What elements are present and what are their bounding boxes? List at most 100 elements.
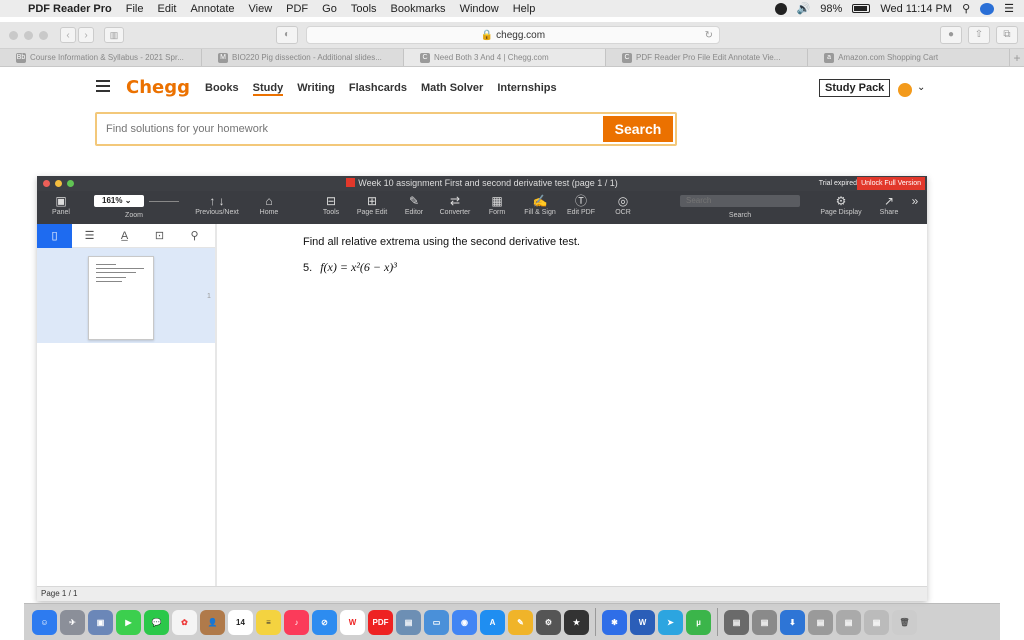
new-tab-button[interactable]: + [1010,49,1024,66]
tab-course-info[interactable]: Bb Course Information & Syllabus - 2021 … [0,49,203,66]
extension-icon[interactable]: ● [940,26,962,44]
editor-button[interactable]: ✎ Editor [399,194,429,216]
thumbnails-tab-icon[interactable]: ▯ [37,223,72,248]
app-menu[interactable]: PDF Reader Pro [28,3,112,15]
bluetooth-icon[interactable]: ✱ [602,609,627,635]
fill-sign-button[interactable]: ✍ Fill & Sign [518,194,562,216]
converter-button[interactable]: ⇄ Converter [434,194,476,216]
menu-view[interactable]: View [249,3,273,15]
previous-next-button[interactable]: ↑ ↓ Previous/Next [189,194,245,216]
imovie-icon[interactable]: ★ [564,609,589,635]
clock[interactable]: Wed 11:14 PM [880,3,952,15]
tab-amazon[interactable]: a Amazon.com Shopping Cart [808,49,1011,66]
wps-icon[interactable]: W [340,609,365,635]
study-pack-button[interactable]: Study Pack [819,79,891,97]
notes-icon[interactable]: ≡ [256,609,281,635]
calendar-icon[interactable]: 14 [228,609,253,635]
close-window-button[interactable] [9,31,18,40]
nav-internships[interactable]: Internships [497,82,556,96]
menu-pdf[interactable]: PDF [286,3,308,15]
tab-bio220[interactable]: M BIO220 Pig dissection - Additional sli… [202,49,405,66]
forward-button[interactable]: › [78,27,94,43]
menu-file[interactable]: File [126,3,144,15]
notification-center-icon[interactable]: ☰ [1004,2,1014,15]
trash-icon[interactable]: 🗑 [892,609,917,635]
tray-app-icon[interactable] [774,2,787,15]
home-button[interactable]: ⌂ Home [255,194,283,216]
facetime-icon[interactable]: ▶ [116,609,141,635]
tab-chegg-question[interactable]: C Need Both 3 And 4 | Chegg.com [404,49,607,66]
zoom-select[interactable]: 161% ⌄ [94,195,144,207]
search-input[interactable] [100,116,600,142]
messages-icon[interactable]: 💬 [144,609,169,635]
nav-writing[interactable]: Writing [297,82,335,96]
recent-document-icon[interactable]: ▤ [836,609,861,635]
avatar[interactable] [898,83,912,97]
sidebar-divider[interactable] [215,224,217,586]
snapshot-tab-icon[interactable]: ⊡ [142,229,177,242]
panel-button[interactable]: ▣ Panel [47,194,75,216]
contacts-icon[interactable]: 👤 [200,609,225,635]
music-icon[interactable]: ♪ [284,609,309,635]
search-button[interactable]: Search [603,116,673,142]
tab-pdf-reader[interactable]: C PDF Reader Pro File Edit Annotate Vie.… [606,49,809,66]
nav-math-solver[interactable]: Math Solver [421,82,483,96]
launchpad-icon[interactable]: ✈ [60,609,85,635]
menu-bookmarks[interactable]: Bookmarks [391,3,446,15]
spotlight-icon[interactable]: ⚲ [962,2,970,15]
share-icon[interactable]: ⇧ [968,26,990,44]
siri-icon[interactable] [980,2,995,15]
hamburger-menu-icon[interactable] [96,80,110,95]
preview-icon[interactable]: ▣ [88,609,113,635]
toolbar-search-input[interactable] [680,195,800,207]
recent-document-icon[interactable]: ▤ [724,609,749,635]
nav-study[interactable]: Study [252,82,284,96]
downloads-folder-icon[interactable]: ⬇ [780,609,805,635]
back-button[interactable]: ‹ [60,27,76,43]
address-bar[interactable]: 🔒 chegg.com ↻ [306,26,720,44]
close-window-button[interactable] [43,180,50,187]
telegram-icon[interactable]: ➤ [658,609,683,635]
volume-icon[interactable]: 🔊 [797,2,811,15]
menu-window[interactable]: Window [460,3,499,15]
battery-icon[interactable] [852,4,871,13]
app-store-icon[interactable]: A [480,609,505,635]
ocr-button[interactable]: ◎ OCR [609,194,637,216]
page-thumbnail[interactable] [88,256,154,340]
utorrent-icon[interactable]: µ [686,609,711,635]
tab-overview-icon[interactable]: ⧉ [996,26,1018,44]
pdf-reader-icon[interactable]: PDF [368,609,393,635]
chegg-logo[interactable]: Chegg [126,77,190,98]
zoom-window-button[interactable] [39,31,48,40]
menu-help[interactable]: Help [513,3,536,15]
more-tools-button[interactable]: » [907,194,923,209]
edit-pdf-button[interactable]: Ⓣ Edit PDF [563,194,599,216]
page-edit-button[interactable]: ⊞ Page Edit [352,194,392,216]
menu-tools[interactable]: Tools [351,3,377,15]
preview-app-icon[interactable]: ▤ [396,609,421,635]
sidebar-toggle-icon[interactable]: ▥ [104,27,124,43]
keynote-icon[interactable]: ▭ [424,609,449,635]
unlock-full-version-button[interactable]: Unlock Full Version [857,177,925,190]
menu-edit[interactable]: Edit [157,3,176,15]
photos-icon[interactable]: ✿ [172,609,197,635]
chevron-down-icon[interactable]: ⌄ [917,82,925,93]
word-icon[interactable]: W [630,609,655,635]
privacy-shield-icon[interactable]: ◐ [276,26,298,44]
zoom-window-button[interactable] [67,180,74,187]
menu-annotate[interactable]: Annotate [190,3,234,15]
finder-icon[interactable]: ☺ [32,609,57,635]
tools-button[interactable]: ⊟ Tools [317,194,345,216]
nav-books[interactable]: Books [205,82,239,96]
minimize-window-button[interactable] [24,31,33,40]
pages-icon[interactable]: ✎ [508,609,533,635]
minimize-window-button[interactable] [55,180,62,187]
menu-go[interactable]: Go [322,3,337,15]
nav-flashcards[interactable]: Flashcards [349,82,407,96]
outline-tab-icon[interactable]: ☰ [72,229,107,242]
system-preferences-icon[interactable]: ⚙ [536,609,561,635]
share-button[interactable]: ↗ Share [875,194,903,216]
safari-icon[interactable]: ⊘ [312,609,337,635]
recent-document-icon[interactable]: ▤ [864,609,889,635]
form-button[interactable]: ▦ Form [483,194,511,216]
